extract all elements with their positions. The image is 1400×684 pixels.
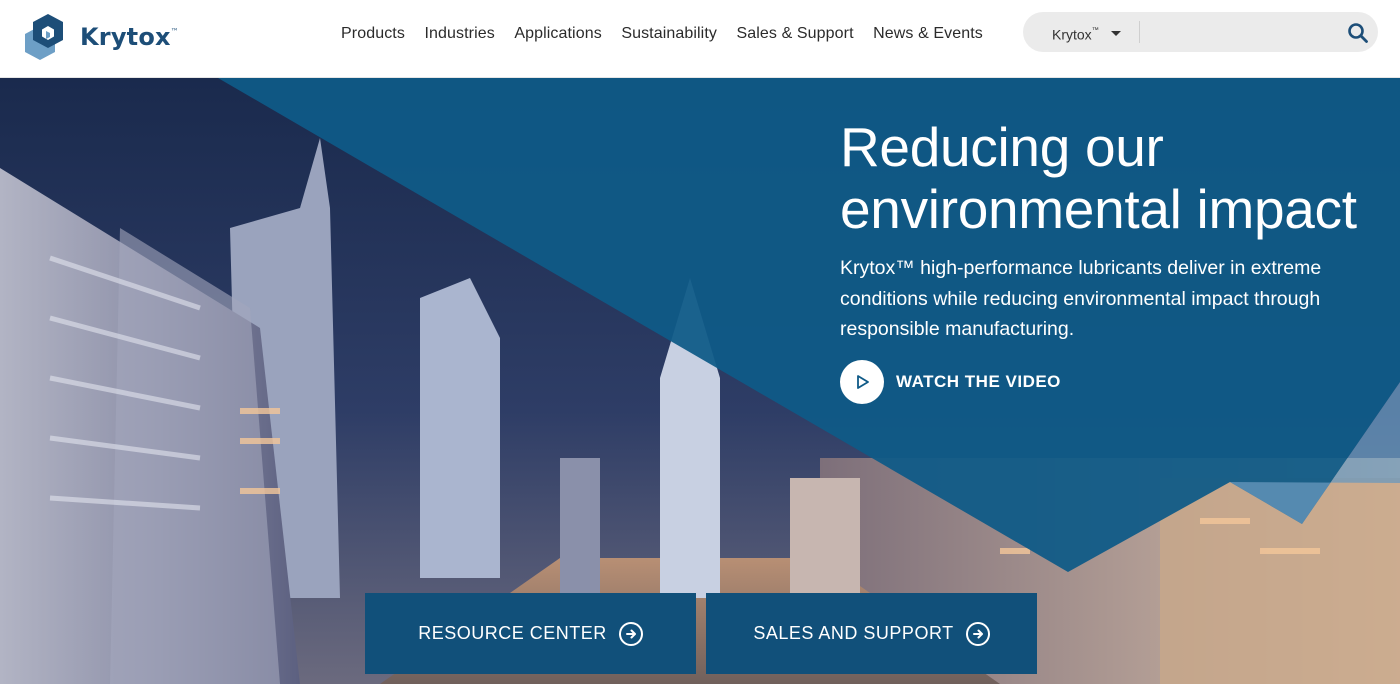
search-icon (1348, 23, 1368, 43)
search-bar: Krytox™ (1023, 12, 1378, 52)
nav-applications[interactable]: Applications (514, 23, 601, 45)
hero-banner: Reducing our environmental impact Krytox… (0, 78, 1400, 684)
hero-description: Krytox™ high-performance lubricants deli… (840, 257, 1322, 340)
krytox-logo[interactable]: Krytox™ (22, 12, 179, 62)
main-nav: Products Industries Applications Sustain… (341, 23, 1002, 45)
hero-title: Reducing our environmental impact (840, 116, 1357, 240)
nav-sales-support[interactable]: Sales & Support (737, 23, 854, 45)
site-header: Krytox™ Products Industries Applications… (0, 0, 1400, 78)
play-icon[interactable] (840, 360, 884, 404)
sales-support-button[interactable]: SALES AND SUPPORT (706, 593, 1037, 674)
resource-center-label: RESOURCE CENTER (418, 623, 607, 643)
hero-title-line2: environmental impact (840, 178, 1357, 240)
search-scope-dropdown[interactable]: Krytox™ (1052, 12, 1099, 52)
chevron-down-icon[interactable] (1111, 31, 1121, 36)
search-divider (1139, 21, 1140, 43)
logo-wordmark: Krytox™ (80, 23, 179, 51)
sales-support-label: SALES AND SUPPORT (753, 623, 954, 643)
arrow-right-circle-icon (965, 621, 990, 646)
hero-title-line1: Reducing our (840, 116, 1164, 178)
search-button[interactable] (1347, 22, 1369, 44)
watch-video-button[interactable]: WATCH THE VIDEO (840, 360, 1061, 404)
watch-video-label: WATCH THE VIDEO (896, 372, 1061, 391)
hexagon-logo-icon (25, 14, 63, 60)
nav-sustainability[interactable]: Sustainability (621, 23, 717, 45)
nav-industries[interactable]: Industries (424, 23, 494, 45)
play-triangle-icon (857, 375, 869, 389)
arrow-right-circle-icon (618, 621, 643, 646)
search-input[interactable] (1147, 18, 1341, 48)
nav-news-events[interactable]: News & Events (873, 23, 983, 45)
resource-center-button[interactable]: RESOURCE CENTER (365, 593, 696, 674)
nav-products[interactable]: Products (341, 23, 405, 45)
